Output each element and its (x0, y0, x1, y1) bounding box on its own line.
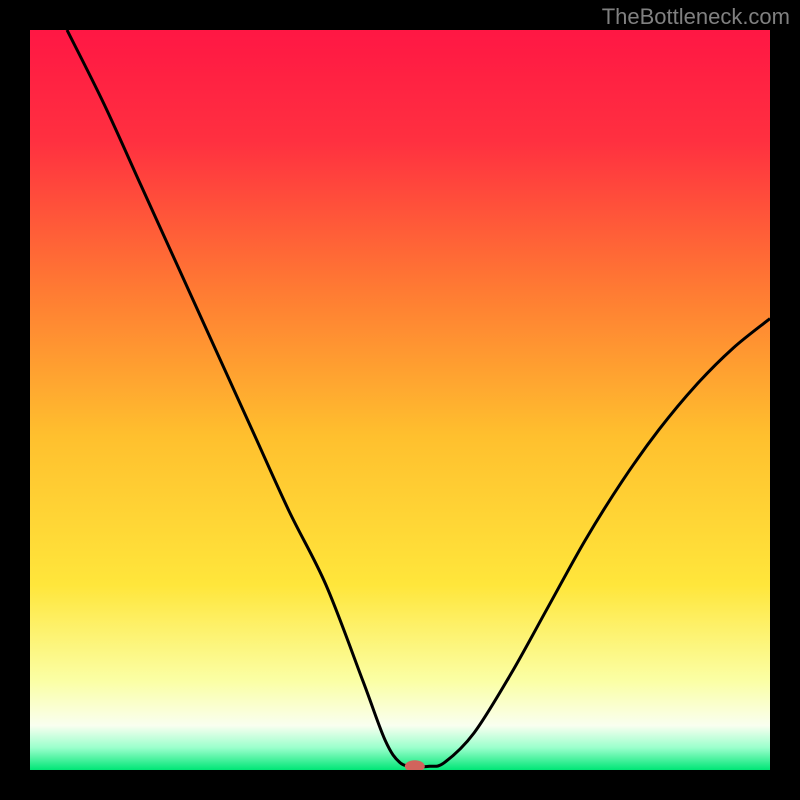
chart-frame: TheBottleneck.com (0, 0, 800, 800)
watermark-text: TheBottleneck.com (602, 4, 790, 30)
optimum-marker (405, 760, 425, 772)
gradient-background (30, 30, 770, 770)
bottleneck-chart (0, 0, 800, 800)
